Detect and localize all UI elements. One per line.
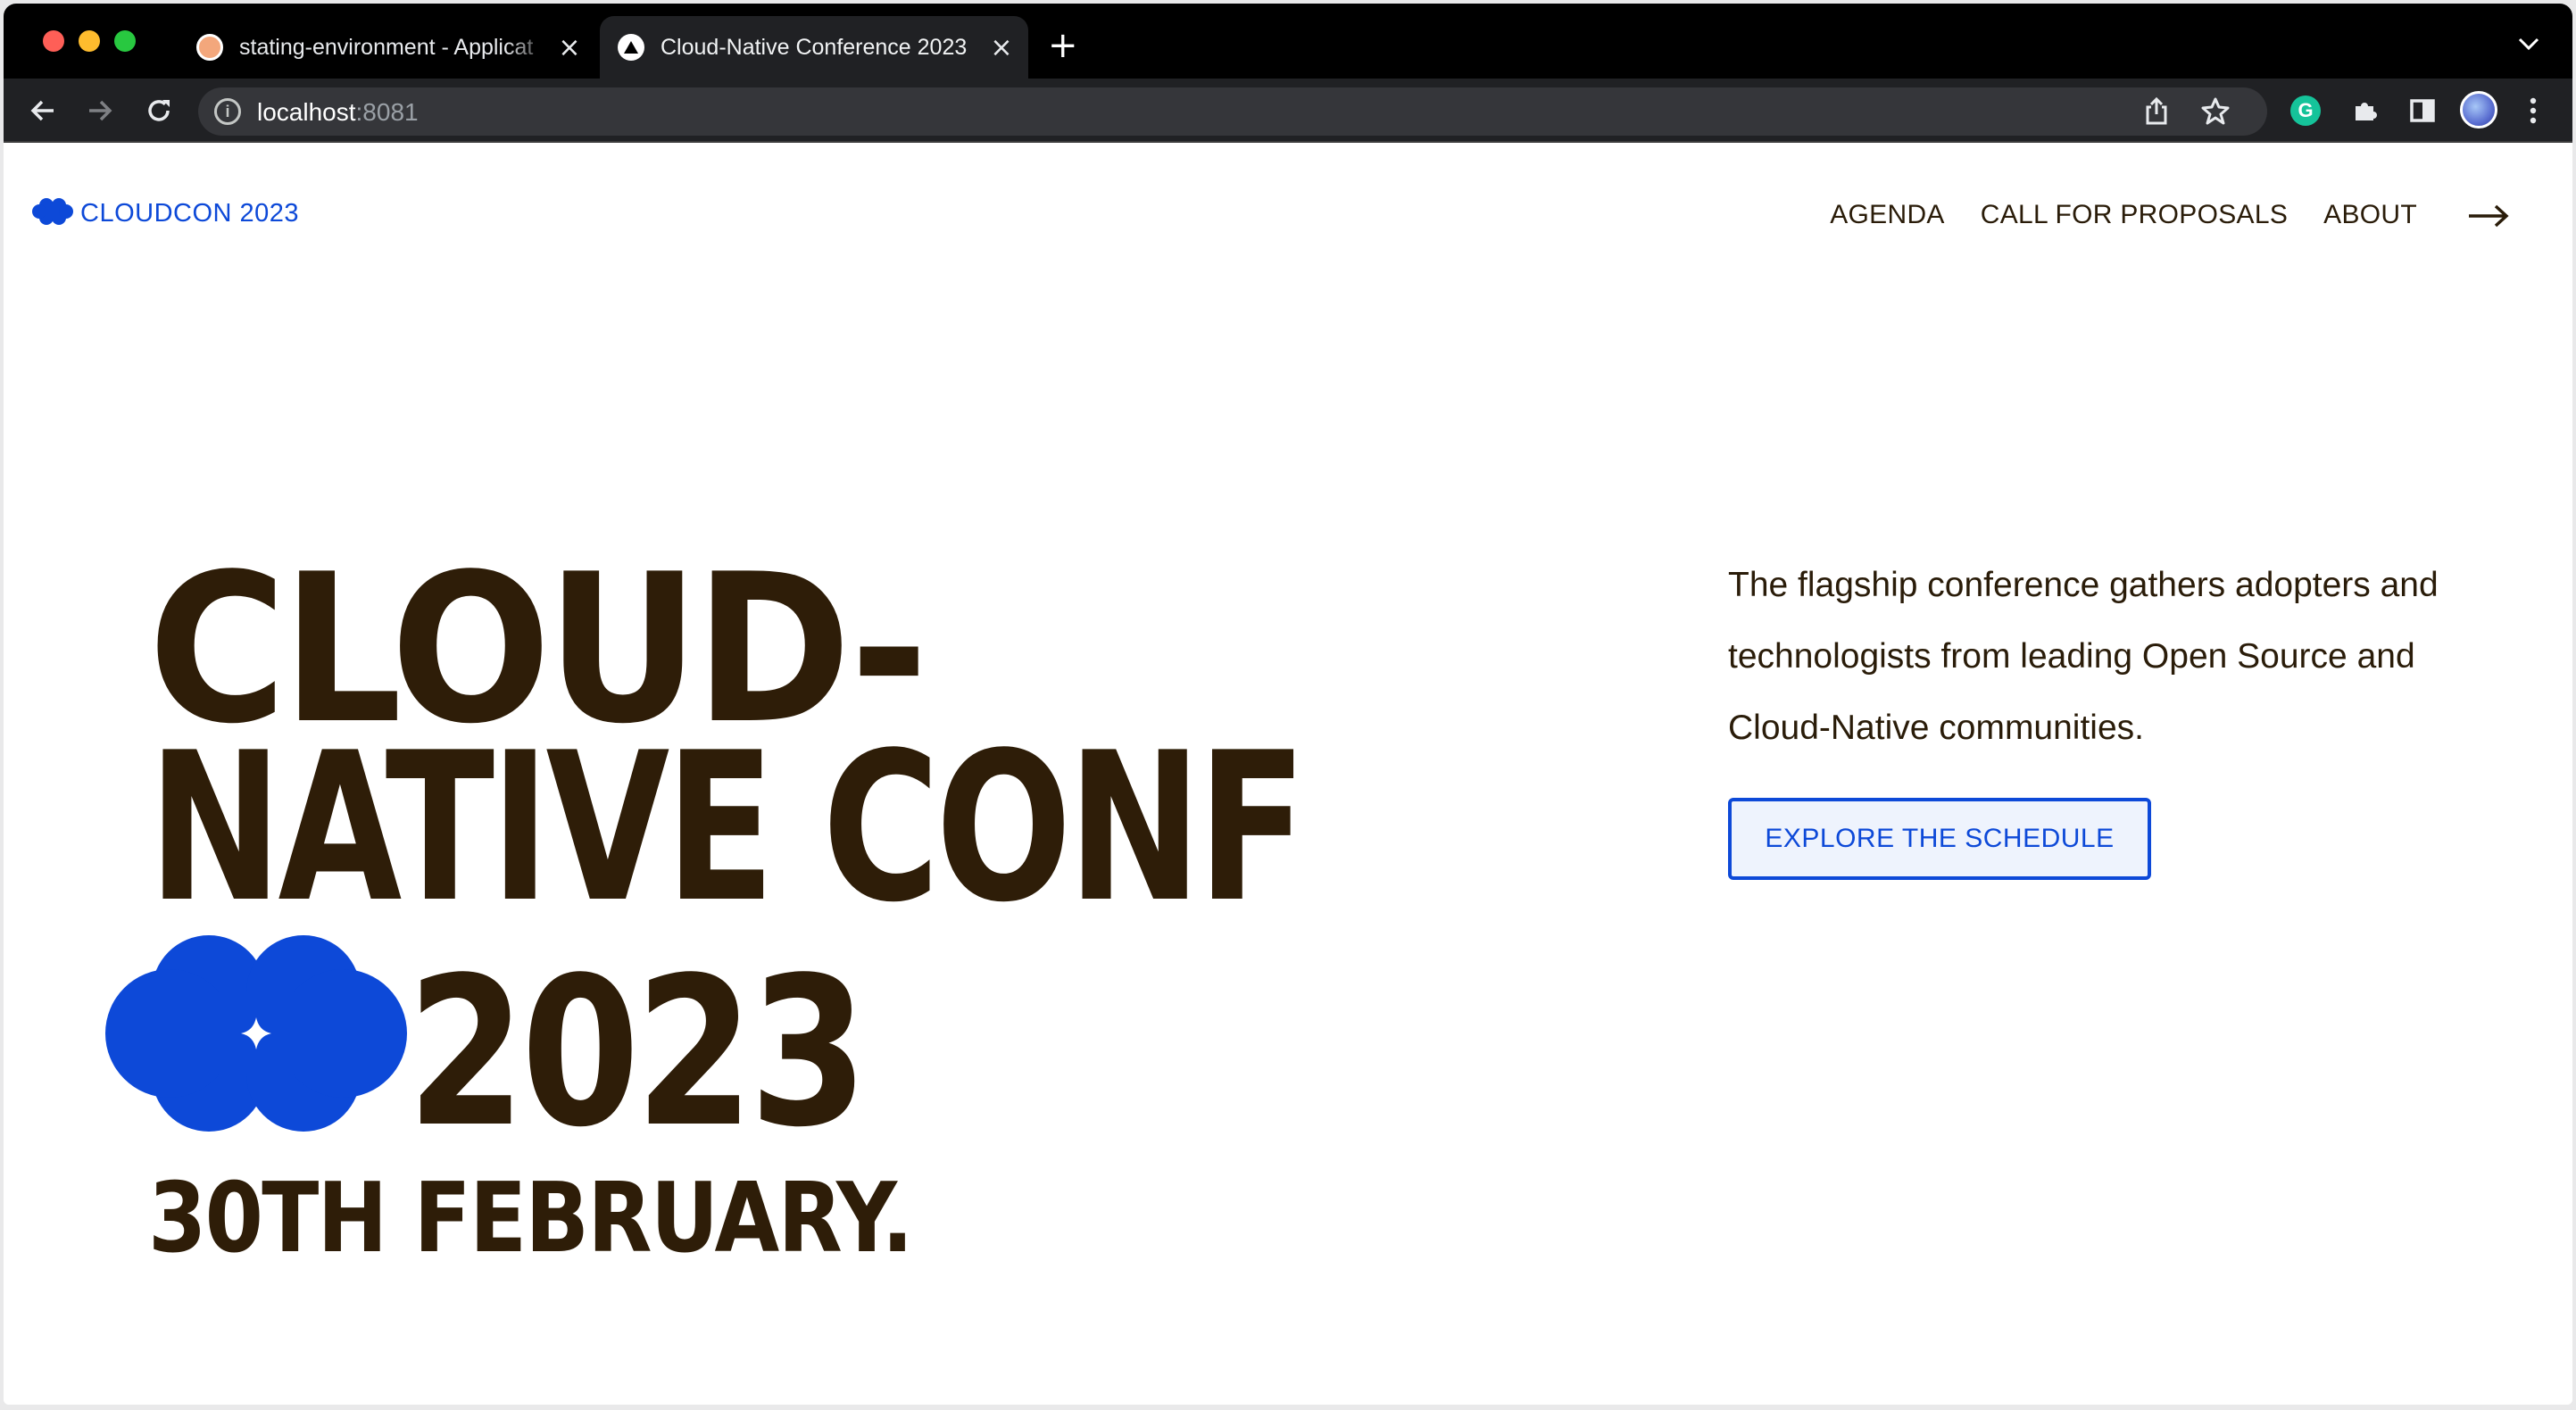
bookmark-star-icon[interactable] [2201,96,2230,132]
tab-strip: stating-environment - Applicat × Cloud-N… [4,4,2572,79]
app-favicon-icon [196,34,223,61]
share-icon[interactable] [2144,96,2169,132]
triangle-favicon-icon [618,34,644,61]
explore-schedule-button[interactable]: EXPLORE THE SCHEDULE [1728,798,2151,880]
browser-menu-icon[interactable] [2515,93,2551,129]
forward-arrow-icon[interactable] [80,91,120,130]
side-panel-icon[interactable] [2405,93,2440,129]
tab-title: Cloud-Native Conference 2023 [661,34,968,60]
reload-icon[interactable] [139,91,179,130]
close-tab-icon[interactable]: × [552,32,587,63]
nav-link-about[interactable]: ABOUT [2323,200,2417,230]
maximize-window-button[interactable] [114,30,136,52]
minimize-window-button[interactable] [79,30,100,52]
tab-search-chevron-icon[interactable] [2517,30,2540,57]
main-navigation: AGENDA CALL FOR PROPOSALS ABOUT [1794,195,2510,236]
browser-window: stating-environment - Applicat × Cloud-N… [4,4,2572,1405]
tab-staging-environment[interactable]: stating-environment - Applicat × [179,16,596,79]
arrow-right-icon[interactable] [2467,195,2510,236]
cloud-sparkle-icon [105,935,407,1135]
browser-toolbar: i localhost:8081 G [4,79,2572,143]
cloud-logo-icon [32,198,73,228]
close-tab-icon[interactable]: × [984,32,1019,63]
url-port: :8081 [355,98,419,126]
tab-cloud-native-conference[interactable]: Cloud-Native Conference 2023 × [600,16,1028,79]
nav-link-call-for-proposals[interactable]: CALL FOR PROPOSALS [1981,200,2288,230]
web-page: CLOUDCON 2023 AGENDA CALL FOR PROPOSALS … [4,143,2572,1405]
extensions-puzzle-icon[interactable] [2347,93,2383,129]
logo-text: CLOUDCON 2023 [80,198,300,228]
new-tab-button[interactable]: + [1048,25,1078,66]
address-bar[interactable]: i localhost:8081 [198,87,2267,136]
hero-headline-line-3: 2023 [407,934,868,1173]
url-host: localhost [257,98,356,126]
url-text: localhost:8081 [257,98,419,127]
close-window-button[interactable] [43,30,64,52]
nav-link-agenda[interactable]: AGENDA [1830,200,1945,230]
hero-headline-line-2: NATIVE CONF [148,709,1307,948]
site-logo[interactable]: CLOUDCON 2023 [32,198,299,228]
event-date: 30TH FEBRUARY. [148,1163,913,1274]
back-arrow-icon[interactable] [23,91,62,130]
hero-description: The flagship conference gathers adopters… [1728,566,2439,747]
tab-title: stating-environment - Applicat [239,34,534,60]
profile-avatar-icon[interactable] [2460,91,2497,129]
grammarly-extension-icon[interactable]: G [2290,95,2321,126]
site-info-icon[interactable]: i [214,98,241,125]
